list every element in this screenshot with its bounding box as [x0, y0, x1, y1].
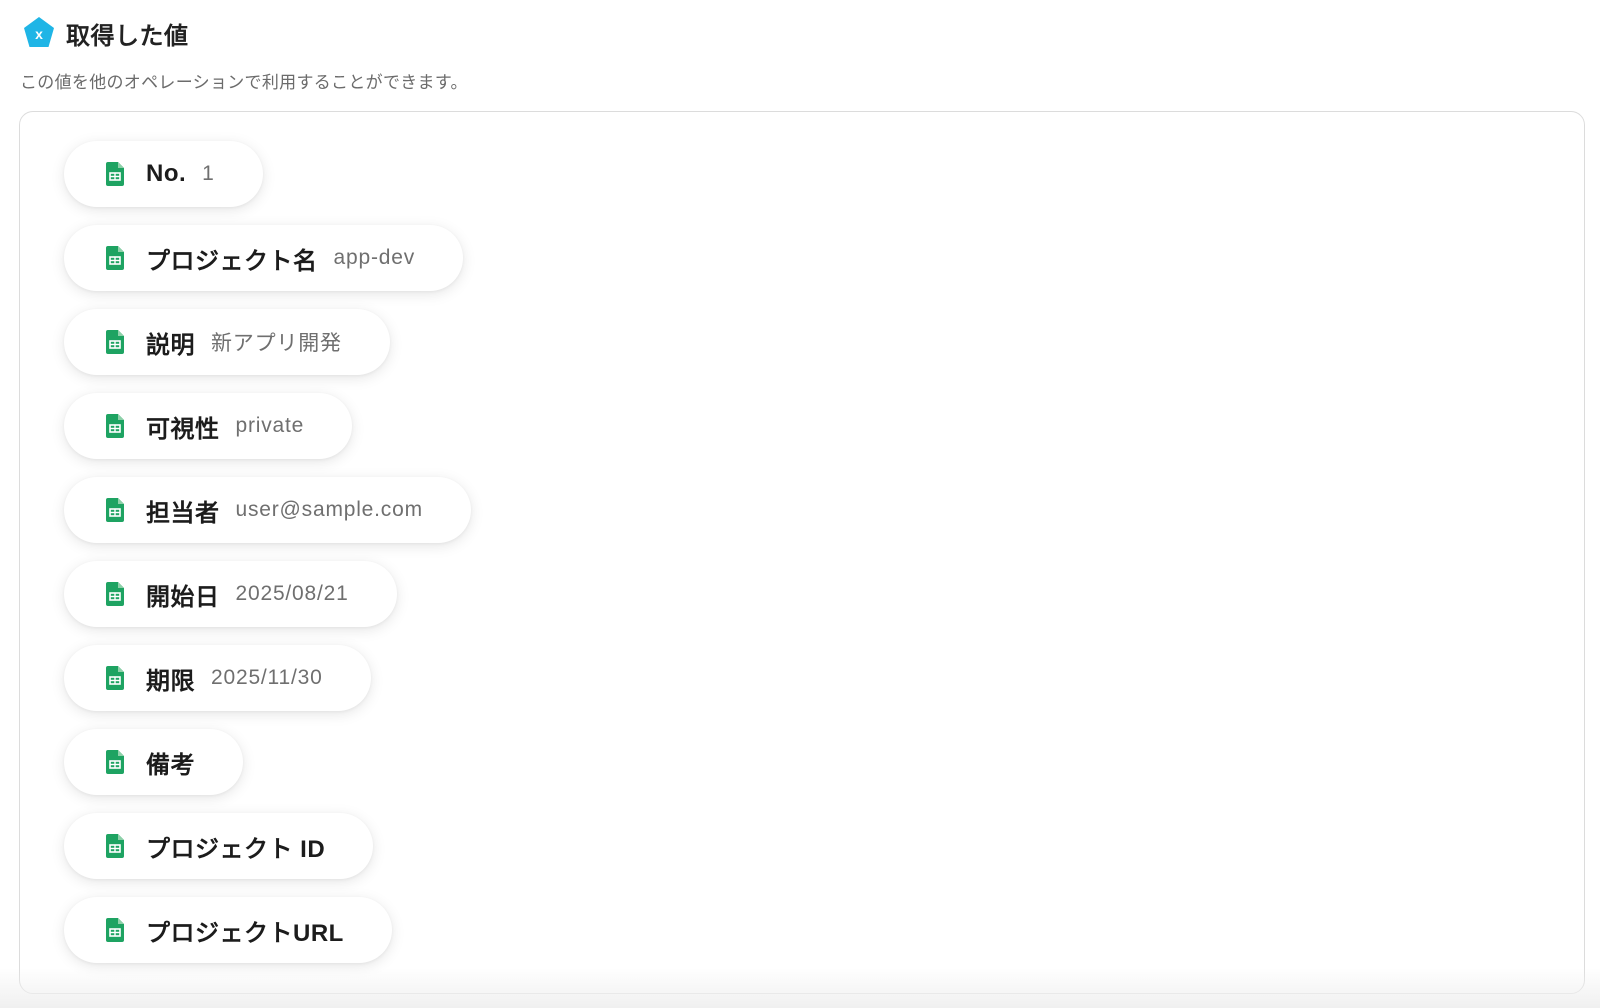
value-text: 新アプリ開発: [211, 332, 342, 355]
google-sheets-icon: [106, 246, 124, 270]
value-label: プロジェクトURL: [146, 919, 344, 947]
value-chip-description[interactable]: 説明 新アプリ開発: [64, 309, 390, 375]
value-text: 2025/11/30: [211, 666, 323, 689]
value-chip-project-name[interactable]: プロジェクト名 app-dev: [64, 225, 463, 291]
value-label: プロジェクト名: [146, 247, 318, 275]
value-chip-no[interactable]: No. 1: [64, 141, 263, 207]
google-sheets-icon: [106, 498, 124, 522]
google-sheets-icon: [106, 162, 124, 186]
google-sheets-icon: [106, 918, 124, 942]
value-label: プロジェクト ID: [146, 835, 326, 863]
value-text: private: [235, 414, 305, 437]
value-chip-visibility[interactable]: 可視性 private: [64, 393, 353, 459]
value-chip-project-id[interactable]: プロジェクト ID: [64, 813, 374, 879]
value-text: app-dev: [333, 246, 415, 269]
value-label: 可視性: [146, 415, 220, 443]
variable-x-icon: x: [24, 17, 54, 47]
value-label: No.: [146, 160, 187, 187]
value-chip-project-url[interactable]: プロジェクトURL: [64, 897, 392, 963]
value-text: 2025/08/21: [235, 582, 349, 605]
google-sheets-icon: [106, 414, 124, 438]
svg-text:x: x: [35, 26, 43, 42]
values-panel: No. 1 プロジェクト名 app-dev 説明 新アプリ開発 可視性 priv…: [19, 111, 1585, 994]
value-label: 説明: [146, 331, 195, 359]
value-chip-deadline[interactable]: 期限 2025/11/30: [64, 645, 371, 711]
header: x 取得した値: [22, 16, 189, 50]
value-chip-notes[interactable]: 備考: [64, 729, 243, 795]
value-text: user@sample.com: [235, 498, 423, 521]
page-title: 取得した値: [66, 22, 189, 50]
value-chip-start-date[interactable]: 開始日 2025/08/21: [64, 561, 397, 627]
google-sheets-icon: [106, 666, 124, 690]
google-sheets-icon: [106, 750, 124, 774]
value-label: 開始日: [146, 583, 220, 611]
value-text: 1: [202, 162, 215, 185]
google-sheets-icon: [106, 582, 124, 606]
value-chip-assignee[interactable]: 担当者 user@sample.com: [64, 477, 471, 543]
value-label: 期限: [146, 667, 195, 695]
value-label: 備考: [146, 751, 195, 779]
value-label: 担当者: [146, 499, 220, 527]
page-subtitle: この値を他のオペレーションで利用することができます。: [20, 73, 468, 92]
google-sheets-icon: [106, 834, 124, 858]
google-sheets-icon: [106, 330, 124, 354]
value-list: No. 1 プロジェクト名 app-dev 説明 新アプリ開発 可視性 priv…: [64, 141, 471, 981]
